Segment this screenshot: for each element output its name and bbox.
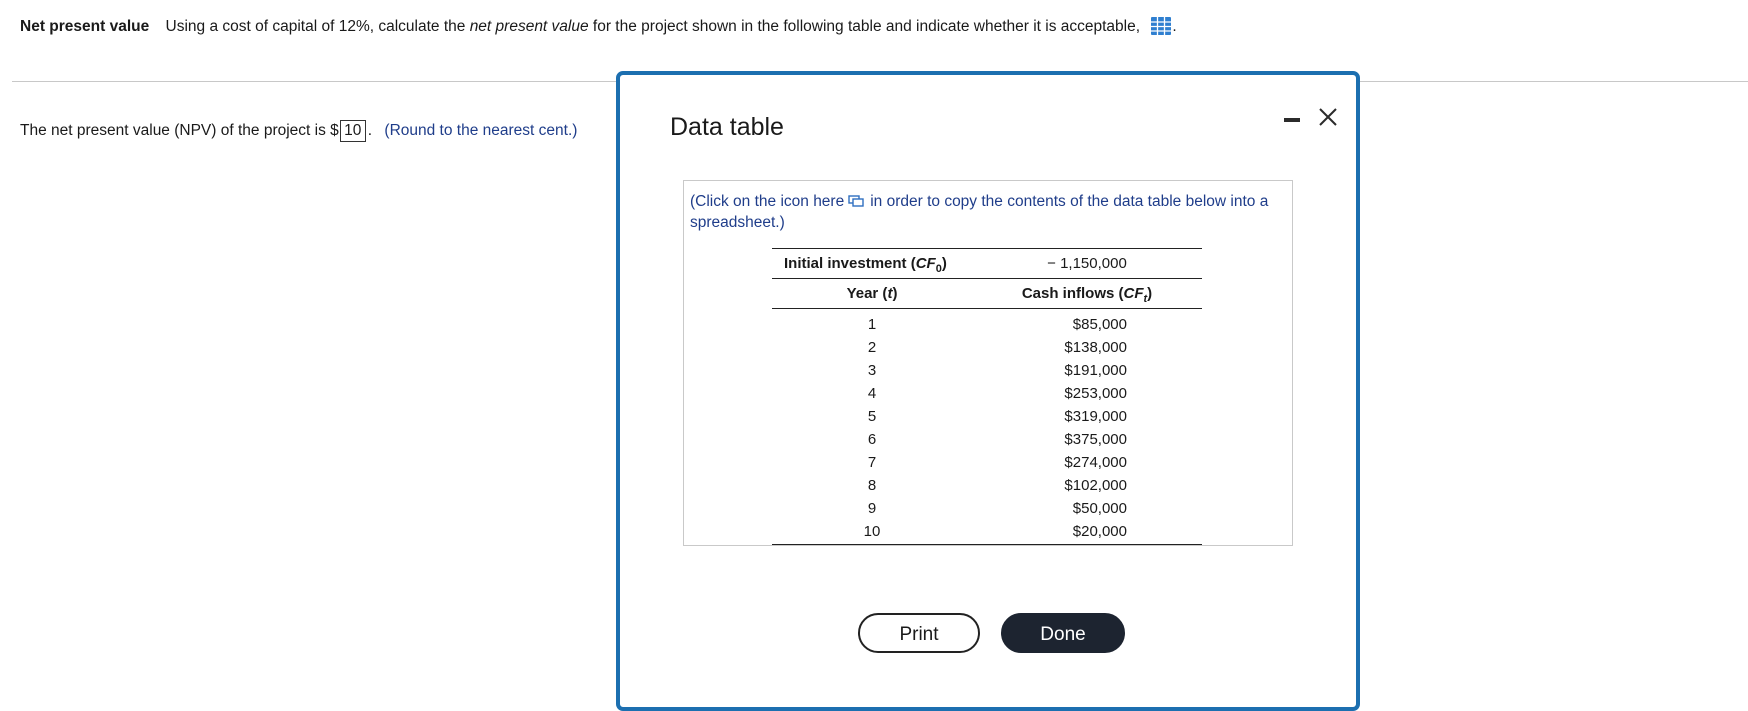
question-text-italic: net present value <box>469 18 589 35</box>
year-cell: 7 <box>867 454 877 471</box>
year-cell: 9 <box>867 500 877 517</box>
cash-inflow-cell: $191,000 <box>1064 362 1127 379</box>
year-cell: 3 <box>867 362 877 379</box>
answer-line: The net present value (NPV) of the proje… <box>20 120 577 142</box>
data-table-modal: Data table (Click on the icon here in or… <box>616 71 1360 711</box>
question-text: Net present value Using a cost of capita… <box>20 16 1177 36</box>
initial-investment-row: Initial investment (CF0) − 1,150,000 <box>772 249 1202 279</box>
copy-note-before: (Click on the icon here <box>690 193 845 210</box>
copy-note: (Click on the icon here in order to copy… <box>690 191 1270 233</box>
year-cell: 4 <box>867 385 877 402</box>
year-cell: 1 <box>867 316 877 333</box>
table-bottom-rule <box>772 544 1202 545</box>
close-icon <box>1319 108 1337 126</box>
question-text-before: Using a cost of capital of 12%, calculat… <box>165 18 470 35</box>
print-button[interactable]: Print <box>858 613 980 653</box>
table-row: 5 $319,000 <box>772 405 1202 428</box>
question-title: Net present value <box>20 18 150 35</box>
table-header-row: Year (t) Cash inflows (CFt) <box>772 279 1202 309</box>
npv-answer-input[interactable]: 10 <box>339 120 366 142</box>
cash-inflows-column-header: Cash inflows (CFt) <box>1021 285 1153 305</box>
year-cell: 8 <box>867 477 877 494</box>
table-row: 7 $274,000 <box>772 451 1202 474</box>
table-row: 6 $375,000 <box>772 428 1202 451</box>
cash-inflow-cell: $20,000 <box>1072 523 1127 540</box>
table-row: 8 $102,000 <box>772 474 1202 497</box>
cash-inflow-cell: $50,000 <box>1072 500 1127 517</box>
table-row: 10 $20,000 <box>772 520 1202 543</box>
cash-inflow-cell: $253,000 <box>1064 385 1127 402</box>
year-cell: 6 <box>867 431 877 448</box>
question-trailing: . <box>1172 18 1177 35</box>
year-cell: 5 <box>867 408 877 425</box>
answer-prefix: The net present value (NPV) of the proje… <box>20 122 339 139</box>
cash-inflow-cell: $102,000 <box>1064 477 1127 494</box>
table-row: 3 $191,000 <box>772 359 1202 382</box>
question-text-after: for the project shown in the following t… <box>588 18 1141 35</box>
data-table-grid-icon[interactable] <box>1150 16 1172 36</box>
year-cell: 10 <box>863 523 881 540</box>
table-row: 1 $85,000 <box>772 313 1202 336</box>
modal-title: Data table <box>670 113 784 141</box>
minimize-button[interactable] <box>1283 110 1301 128</box>
cash-inflow-cell: $319,000 <box>1064 408 1127 425</box>
cash-inflow-cell: $85,000 <box>1072 316 1127 333</box>
close-button[interactable] <box>1317 103 1339 129</box>
year-column-header: Year (t) <box>846 285 898 302</box>
answer-suffix: . <box>367 122 373 139</box>
initial-investment-label: Initial investment (CF0) <box>784 255 947 275</box>
table-row: 4 $253,000 <box>772 382 1202 405</box>
cash-inflow-cell: $375,000 <box>1064 431 1127 448</box>
cash-flow-table: Initial investment (CF0) − 1,150,000 Yea… <box>772 248 1202 545</box>
table-row: 9 $50,000 <box>772 497 1202 520</box>
copy-to-spreadsheet-icon[interactable] <box>848 192 864 207</box>
done-button[interactable]: Done <box>1001 613 1125 653</box>
cash-inflow-cell: $138,000 <box>1064 339 1127 356</box>
year-cell: 2 <box>867 339 877 356</box>
cash-inflow-cell: $274,000 <box>1064 454 1127 471</box>
initial-investment-value: − 1,150,000 <box>1047 255 1127 272</box>
data-table-panel: (Click on the icon here in order to copy… <box>683 180 1293 546</box>
rounding-hint: (Round to the nearest cent.) <box>384 122 578 139</box>
table-row: 2 $138,000 <box>772 336 1202 359</box>
